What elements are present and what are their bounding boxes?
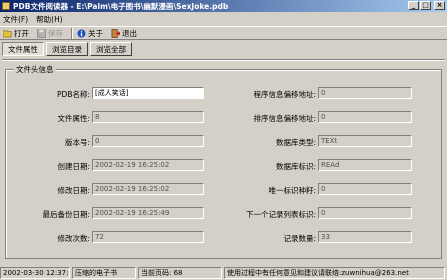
backup-date-label: 最后备份日期:	[42, 210, 90, 219]
status-datetime: 2002-03-30 12:37:09	[0, 267, 70, 279]
version-label: 版本号:	[64, 138, 90, 147]
unique-id-seed-field: 0	[318, 183, 412, 195]
database-creator-field: REAd	[318, 159, 412, 171]
tab-browse-directory[interactable]: 浏览目录	[46, 42, 88, 56]
exit-button[interactable]: 退出	[111, 28, 137, 39]
menu-file[interactable]: 文件(F)	[3, 14, 28, 25]
status-mode: 压缩的电子书	[72, 267, 136, 279]
unique-id-seed-label: 唯一标识种籽:	[268, 186, 316, 195]
modification-count-label: 修改次数:	[57, 234, 90, 243]
maximize-button[interactable]: □	[420, 1, 431, 10]
save-disk-icon	[37, 28, 46, 38]
record-count-field: 33	[318, 231, 412, 243]
app-icon	[2, 2, 10, 10]
database-type-label: 数据库类型:	[275, 138, 316, 147]
modified-date-label: 修改日期:	[57, 186, 90, 195]
tab-browse-all[interactable]: 浏览全部	[90, 42, 132, 56]
menu-help[interactable]: 帮助(H)	[36, 14, 63, 25]
menu-bar: 文件(F) 帮助(H)	[0, 13, 447, 25]
tab-panel-divider	[2, 59, 445, 61]
status-note: 使用过程中有任何意见和建议请联络:zuwnihua@263.net	[224, 267, 445, 279]
next-record-list-label: 下一个记录列表标识:	[245, 210, 316, 219]
modified-date-field: 2002-02-19 16:25:02	[92, 183, 204, 195]
status-records: 当前页码: 68	[138, 267, 222, 279]
file-attributes-label: 文件属性:	[57, 114, 90, 123]
database-creator-label: 数据库标识:	[275, 162, 316, 171]
group-title: 文件头信息	[14, 64, 56, 75]
backup-date-field: 2002-02-19 16:25:49	[92, 207, 204, 219]
save-label: 保存	[48, 28, 63, 38]
created-date-field: 2002-02-19 16:25:02	[92, 159, 204, 171]
tab-strip: 文件属性 浏览目录 浏览全部	[2, 42, 134, 57]
open-label: 打开	[14, 28, 29, 38]
file-attributes-field: 8	[92, 111, 204, 123]
exit-door-icon	[111, 28, 120, 38]
appinfo-offset-field: 0	[318, 87, 412, 99]
pdb-name-label: PDB名称:	[57, 90, 90, 99]
info-icon	[77, 28, 86, 38]
file-header-groupbox: 文件头信息 PDB名称: [成人笑话] 文件属性: 8 版本号: 0 创建日期:…	[5, 64, 442, 259]
appinfo-offset-label: 程序信息偏移地址:	[253, 90, 316, 99]
title-bar: PDB文件阅读器 - E:\Palm\电子图书\幽默漫画\SexJoke.pdb…	[0, 0, 447, 12]
created-date-label: 创建日期:	[57, 162, 90, 171]
database-type-field: TEXt	[318, 135, 412, 147]
next-record-list-field: 0	[318, 207, 412, 219]
close-button[interactable]: ×	[434, 1, 445, 10]
version-field: 0	[92, 135, 204, 147]
modification-count-field: 72	[92, 231, 204, 243]
exit-label: 退出	[122, 28, 137, 38]
sortinfo-offset-field: 0	[318, 111, 412, 123]
record-count-label: 记录数量:	[283, 234, 316, 243]
toolbar: 打开 保存 关于 退出	[0, 26, 447, 40]
minimize-button[interactable]: _	[408, 1, 419, 10]
window-title: PDB文件阅读器 - E:\Palm\电子图书\幽默漫画\SexJoke.pdb	[13, 1, 229, 11]
toolbar-separator	[71, 27, 73, 39]
save-button[interactable]: 保存	[37, 28, 63, 39]
pdb-name-field[interactable]: [成人笑话]	[92, 87, 204, 99]
folder-open-icon	[3, 29, 12, 37]
sortinfo-offset-label: 排序信息偏移地址:	[253, 114, 316, 123]
open-button[interactable]: 打开	[3, 28, 29, 39]
about-button[interactable]: 关于	[77, 28, 103, 39]
about-label: 关于	[88, 28, 103, 38]
tab-file-properties[interactable]: 文件属性	[2, 42, 44, 56]
status-bar: 2002-03-30 12:37:09 压缩的电子书 当前页码: 68 使用过程…	[0, 266, 447, 280]
